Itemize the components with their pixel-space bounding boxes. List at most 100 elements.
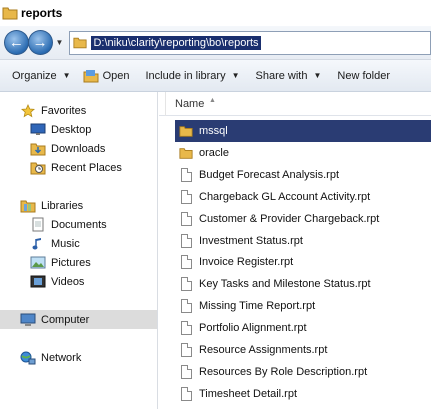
nav-music[interactable]: Music bbox=[0, 234, 157, 253]
window-title: reports bbox=[21, 6, 63, 20]
file-name: Budget Forecast Analysis.rpt bbox=[199, 168, 340, 181]
file-row[interactable]: Budget Forecast Analysis.rpt bbox=[175, 164, 431, 186]
recent-pages-dropdown[interactable]: ▼ bbox=[55, 30, 65, 55]
document-icon bbox=[179, 189, 193, 205]
file-name: Resource Assignments.rpt bbox=[199, 344, 328, 356]
nav-network-label: Network bbox=[41, 351, 82, 364]
file-row[interactable]: Key Tasks and Milestone Status.rpt bbox=[175, 273, 431, 295]
file-name: mssql bbox=[199, 125, 228, 137]
network-icon bbox=[20, 351, 36, 365]
file-row[interactable]: Resource Assignments.rpt bbox=[175, 339, 431, 361]
document-icon bbox=[179, 233, 193, 249]
downloads-icon bbox=[30, 142, 46, 156]
videos-icon bbox=[30, 275, 46, 289]
nav-videos-label: Videos bbox=[51, 275, 85, 288]
nav-downloads[interactable]: Downloads bbox=[0, 139, 157, 158]
chevron-down-icon: ▼ bbox=[62, 71, 71, 80]
nav-recent-places[interactable]: Recent Places bbox=[0, 158, 157, 177]
nav-computer[interactable]: Computer bbox=[0, 310, 157, 329]
nav-pictures-label: Pictures bbox=[51, 256, 91, 269]
navigation-pane: Favorites Desktop Downloads Recent Place… bbox=[0, 92, 158, 409]
desktop-icon bbox=[30, 123, 46, 137]
new-folder-label: New folder bbox=[337, 69, 390, 82]
nav-libraries[interactable]: Libraries bbox=[0, 196, 157, 215]
open-folder-icon bbox=[83, 69, 99, 82]
folder-icon bbox=[179, 145, 193, 161]
file-name: Timesheet Detail.rpt bbox=[199, 387, 298, 400]
nav-favorites[interactable]: Favorites bbox=[0, 101, 157, 120]
document-icon bbox=[179, 342, 193, 358]
back-button[interactable]: ← bbox=[4, 30, 29, 55]
address-path[interactable]: D:\niku\clarity\reporting\bo\reports bbox=[91, 35, 261, 50]
document-icon bbox=[179, 276, 193, 292]
column-divider bbox=[165, 92, 166, 116]
nav-computer-label: Computer bbox=[41, 313, 90, 326]
column-header-name[interactable]: Name bbox=[175, 98, 204, 110]
nav-favorites-label: Favorites bbox=[41, 104, 87, 117]
file-name: Chargeback GL Account Activity.rpt bbox=[199, 190, 371, 203]
nav-videos[interactable]: Videos bbox=[0, 272, 157, 291]
share-with-label: Share with bbox=[255, 69, 308, 82]
include-in-library-label: Include in library bbox=[145, 69, 226, 82]
forward-button[interactable]: → bbox=[27, 30, 53, 55]
file-list-pane: Name ▲ mssql oracle Budget Forecast Analys… bbox=[159, 92, 431, 409]
document-icon bbox=[179, 254, 193, 270]
file-row[interactable]: Chargeback GL Account Activity.rpt bbox=[175, 186, 431, 208]
nav-downloads-label: Downloads bbox=[51, 142, 106, 155]
file-name: Customer & Provider Chargeback.rpt bbox=[199, 212, 380, 225]
nav-recent-places-label: Recent Places bbox=[51, 161, 122, 174]
sort-ascending-icon: ▲ bbox=[209, 97, 216, 104]
file-row[interactable]: Investment Status.rpt bbox=[175, 230, 431, 252]
document-icon bbox=[179, 167, 193, 183]
nav-desktop[interactable]: Desktop bbox=[0, 120, 157, 139]
document-icon bbox=[179, 364, 193, 380]
file-row[interactable]: Missing Time Report.rpt bbox=[175, 295, 431, 317]
column-header-row: Name ▲ bbox=[159, 92, 431, 116]
file-name: Key Tasks and Milestone Status.rpt bbox=[199, 278, 371, 291]
new-folder-button[interactable]: New folder bbox=[331, 64, 396, 88]
file-name: oracle bbox=[199, 146, 229, 159]
open-button[interactable]: Open bbox=[77, 64, 136, 88]
file-row[interactable]: Customer & Provider Chargeback.rpt bbox=[175, 208, 431, 230]
folder-icon bbox=[2, 7, 18, 20]
document-icon bbox=[179, 386, 193, 402]
file-row[interactable]: Timesheet Detail.rpt bbox=[175, 383, 431, 405]
music-icon bbox=[30, 237, 46, 251]
computer-icon bbox=[20, 313, 36, 327]
document-icon bbox=[179, 298, 193, 314]
file-name: Investment Status.rpt bbox=[199, 234, 303, 247]
file-name: Resources By Role Description.rpt bbox=[199, 365, 368, 378]
libraries-icon bbox=[20, 199, 36, 213]
command-toolbar: Organize ▼ Open Include in library ▼ Sha… bbox=[0, 60, 431, 92]
nav-libraries-label: Libraries bbox=[41, 199, 84, 212]
file-row[interactable]: Portfolio Alignment.rpt bbox=[175, 317, 431, 339]
back-arrow-icon: ← bbox=[8, 34, 24, 51]
open-label: Open bbox=[102, 69, 130, 82]
include-in-library-menu[interactable]: Include in library ▼ bbox=[139, 64, 245, 88]
documents-icon bbox=[30, 217, 46, 232]
file-name: Missing Time Report.rpt bbox=[199, 300, 316, 313]
address-bar[interactable]: D:\niku\clarity\reporting\bo\reports bbox=[69, 30, 431, 55]
star-icon bbox=[20, 103, 36, 118]
share-with-menu[interactable]: Share with ▼ bbox=[250, 64, 328, 88]
title-bar: reports bbox=[0, 0, 431, 26]
forward-arrow-icon: → bbox=[32, 34, 48, 51]
organize-menu[interactable]: Organize ▼ bbox=[0, 64, 77, 88]
file-row[interactable]: Invoice Register.rpt bbox=[175, 251, 431, 273]
nav-music-label: Music bbox=[51, 237, 80, 250]
chevron-down-icon: ▼ bbox=[55, 38, 64, 47]
file-name: Portfolio Alignment.rpt bbox=[199, 322, 307, 335]
nav-pictures[interactable]: Pictures bbox=[0, 253, 157, 272]
nav-network[interactable]: Network bbox=[0, 348, 157, 367]
file-row[interactable]: Resources By Role Description.rpt bbox=[175, 361, 431, 383]
recent-places-icon bbox=[30, 161, 46, 175]
file-row[interactable]: mssql bbox=[175, 120, 431, 142]
nav-documents[interactable]: Documents bbox=[0, 215, 157, 234]
file-row[interactable]: oracle bbox=[175, 142, 431, 164]
document-icon bbox=[179, 211, 193, 227]
address-row: ← → ▼ D:\niku\clarity\reporting\bo\repor… bbox=[0, 26, 431, 60]
folder-icon bbox=[73, 37, 88, 49]
nav-documents-label: Documents bbox=[51, 218, 107, 231]
pictures-icon bbox=[30, 256, 46, 270]
folder-icon bbox=[179, 123, 193, 139]
